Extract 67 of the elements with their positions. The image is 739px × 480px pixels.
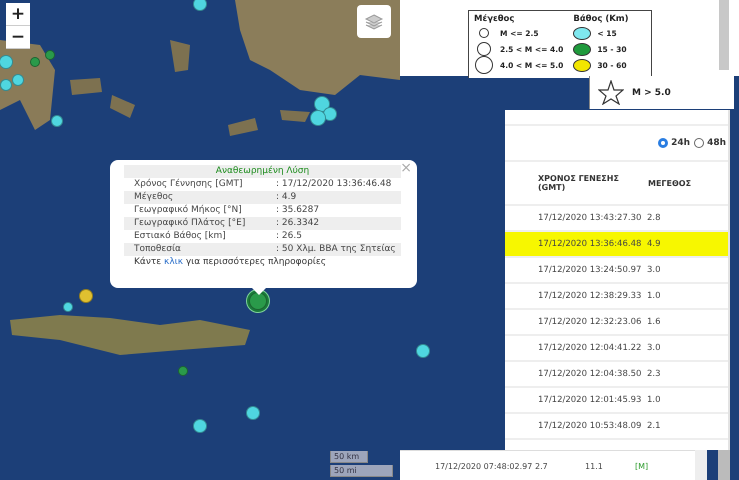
table-cell-text: 17/12/2020 12:04:38.50 [537, 369, 642, 379]
period-radio[interactable]: 24h [658, 138, 690, 148]
column-header: ΧΡΟΝΟΣ ΓΕΝΕΣΗΣ (GMT) [537, 174, 620, 192]
field-label: Μέγεθος [133, 191, 174, 204]
table-row[interactable]: 17/12/2020 12:38:29.33 1.0 [505, 284, 728, 310]
legend-label: M > 5.0 [632, 88, 671, 98]
table-cell-text: 2.7 [535, 462, 549, 470]
table-cell-text: 17/12/2020 12:38:29.33 [537, 291, 642, 301]
column-header: ΜΕΓΕΘΟΣ [647, 178, 692, 188]
more-info-text: Κάντε κλικ για περισσότερες πληροφορίες [133, 256, 328, 269]
table-cell-text: 17/12/2020 13:24:50.97 [537, 265, 642, 275]
table-cell-text: 17/12/2020 13:43:27.30 [537, 213, 642, 223]
field-label: Εστιακό Βάθος [km] [133, 230, 227, 243]
table-row[interactable]: 17/12/2020 12:01:45.93 1.0 [505, 388, 728, 414]
zoom-in-button[interactable]: + [6, 3, 30, 26]
table-cell-text: 17/12/2020 12:04:41.22 [537, 343, 642, 353]
table-cell-text: 1.0 [646, 291, 661, 301]
table-row[interactable]: 17/12/2020 12:04:38.50 2.3 [505, 362, 728, 388]
earthquake-marker[interactable] [193, 0, 207, 11]
table-row[interactable]: 17/12/2020 12:32:23.06 1.6 [505, 310, 728, 336]
table-cell-text: 1.6 [646, 317, 661, 327]
table-row[interactable]: 17/12/2020 10:53:48.09 2.1 [505, 414, 728, 440]
table-row[interactable]: 17/12/2020 07:48:02.97 2.7 11.1 [M] [400, 450, 695, 480]
legend-title: Μέγεθος [474, 14, 516, 24]
earthquake-marker[interactable] [249, 292, 267, 310]
field-label: Γεωγραφικό Μήκος [°N] [133, 204, 243, 217]
field-value: : 50 Χλμ. ΒΒΑ της Σητείας [276, 243, 396, 256]
field-value: : 26.5 [276, 230, 302, 243]
layers-button[interactable] [357, 5, 391, 38]
circle-icon [475, 56, 493, 74]
table-cell-text: 4.9 [646, 239, 661, 249]
table-cell-text: 2.3 [646, 369, 661, 379]
table-cell: [M] [635, 462, 648, 470]
popup-title: Αναθεωρημένη Λύση [124, 165, 401, 178]
field-value: : 35.6287 [276, 204, 320, 217]
table-cell-text: 2.8 [646, 213, 661, 223]
table-cell-text: 3.0 [646, 265, 661, 275]
table-row[interactable]: 17/12/2020 13:36:46.48 4.9 [505, 232, 728, 258]
legend-title: Βάθος (Km) [573, 14, 629, 24]
field-value: : 17/12/2020 13:36:46.48 [276, 178, 392, 191]
table-cell-text: 2.1 [646, 421, 661, 431]
scrollbar[interactable] [719, 0, 729, 70]
layers-icon [364, 12, 384, 32]
field-value: : 4.9 [276, 191, 296, 204]
circle-icon [477, 42, 491, 56]
field-label: Γεωγραφικό Πλάτος [°E] [133, 217, 246, 230]
scale-bar: 50 mi [330, 465, 393, 477]
click-link[interactable]: κλικ [164, 257, 183, 267]
scrollbar[interactable] [718, 450, 730, 480]
field-label: Χρόνος Γέννησης [GMT] [133, 178, 244, 191]
table-cell-text: 17/12/2020 12:32:23.06 [537, 317, 642, 327]
table-cell-text: 17/12/2020 10:53:48.09 [537, 421, 642, 431]
table-cell-text: 11.1 [585, 462, 604, 470]
table-cell-text: 17/12/2020 07:48:02.97 [435, 462, 534, 470]
table-row[interactable]: 17/12/2020 13:24:50.97 3.0 [505, 258, 728, 284]
table-cell-text: 3.0 [646, 343, 661, 353]
field-value: : 26.3342 [276, 217, 320, 230]
scrollbar[interactable] [695, 450, 707, 480]
table-row[interactable]: 17/12/2020 12:04:41.22 3.0 [505, 336, 728, 362]
table-cell-text: 17/12/2020 12:01:45.93 [537, 395, 642, 405]
period-radio[interactable]: 48h [694, 138, 726, 148]
table-cell-text: 1.0 [646, 395, 661, 405]
table-cell-text: 17/12/2020 13:36:46.48 [537, 239, 642, 249]
field-label: Τοποθεσία [133, 243, 182, 256]
star-icon [598, 80, 624, 105]
circle-icon [479, 28, 489, 38]
scale-bar: 50 km [330, 451, 368, 463]
